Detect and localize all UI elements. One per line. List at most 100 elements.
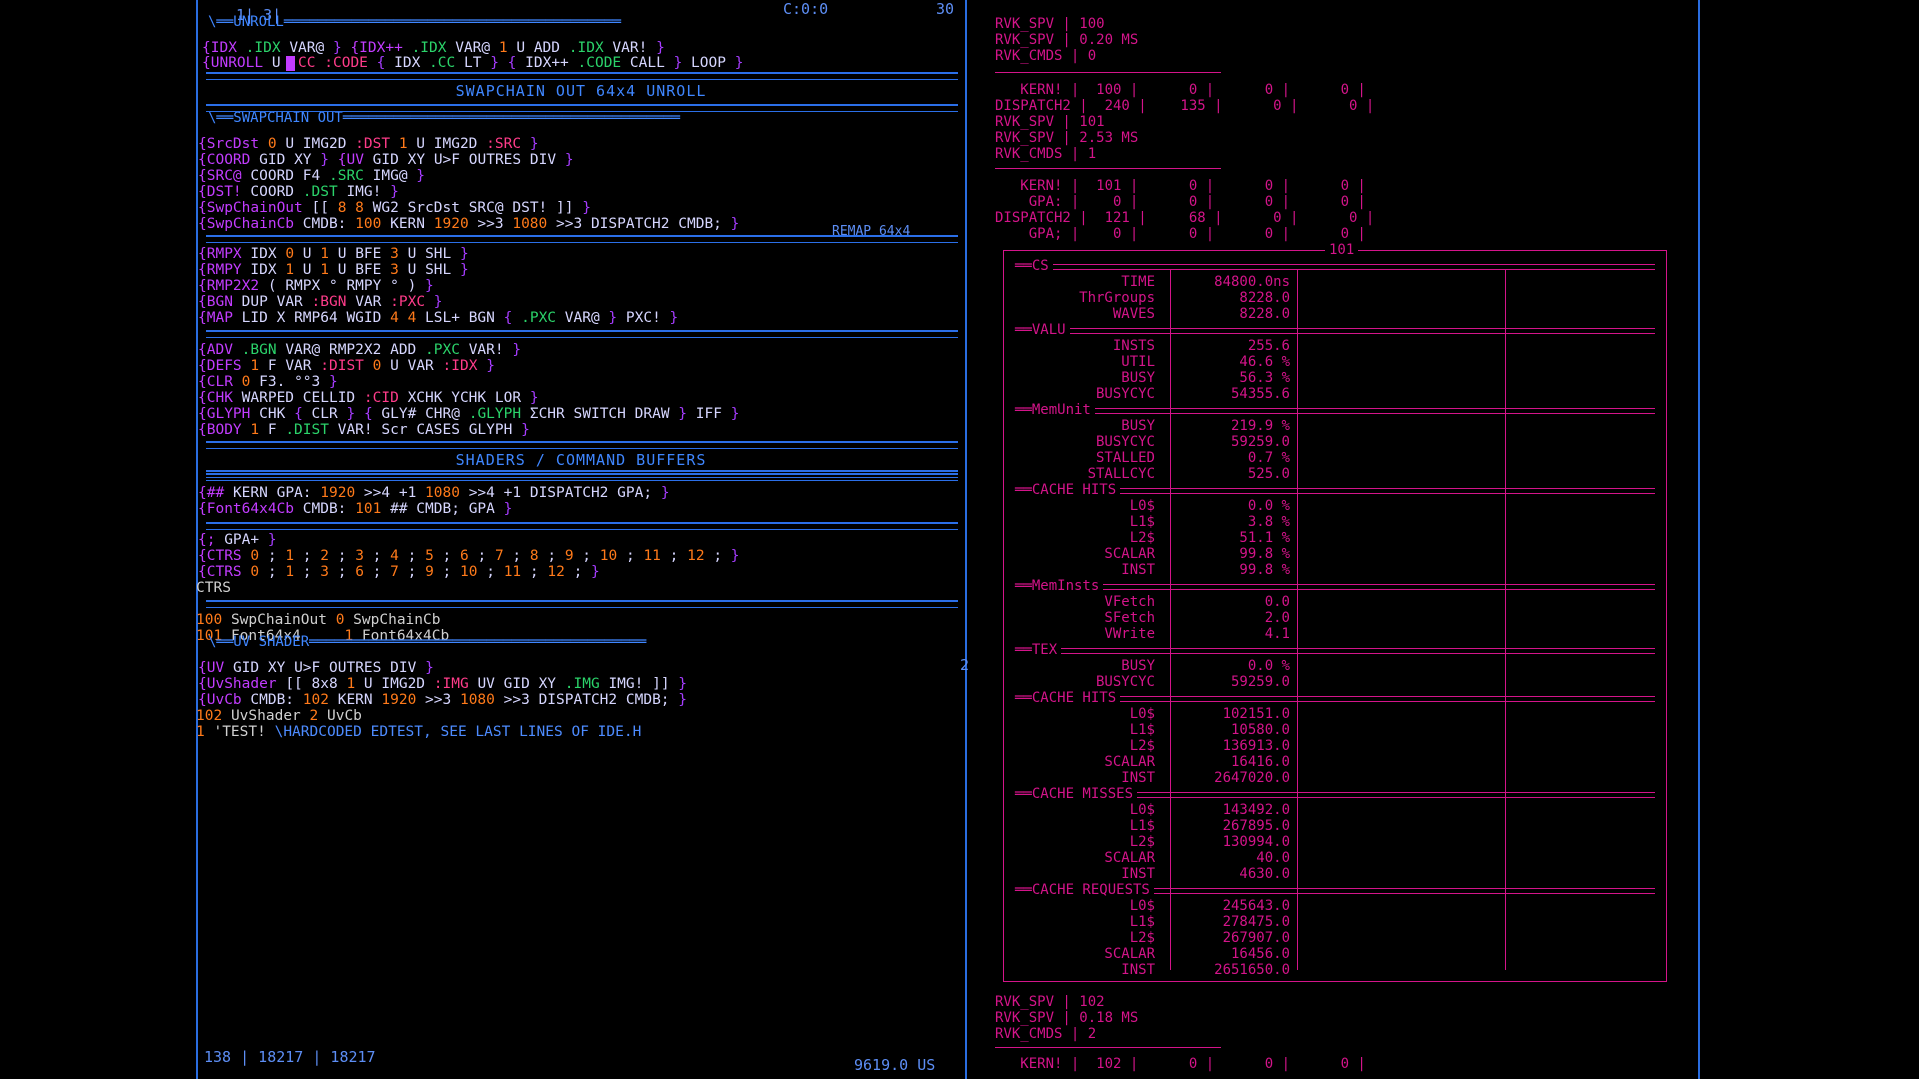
kernel-dispatch-line: GPA; | 0 | 0 | 0 | 0 | [995,226,1366,242]
group-title: ══CACHE HITS [1015,690,1121,706]
code-line[interactable]: {RMPX IDX 0 U 1 U BFE 3 U SHL } [198,246,469,262]
group-rule [1015,408,1655,414]
code-token: {RMPY [198,262,242,278]
code-line[interactable]: {CLR 0 F3. °°3 } [198,374,338,390]
counter-value: 56.3 % [1239,370,1290,386]
counter-value: 8228.0 [1239,306,1290,322]
code-token: LT [463,55,482,71]
code-line[interactable]: {SrcDst 0 U IMG2D :DST 1 U IMG2D :SRC } [198,136,539,152]
code-token: DIV [529,152,557,168]
code-token: .IDX [245,40,281,56]
code-token: 0 [372,358,382,374]
code-token: } [267,532,277,548]
code-token: SwpChainCb [353,612,441,628]
code-token: 1 [250,358,260,374]
group-title: ══MemInsts [1015,578,1104,594]
code-editor[interactable]: 1| 3| C:0:0 30 {IDX .IDX VAR@ } {IDX++ .… [196,0,969,1079]
code-token: ° [328,278,338,294]
code-token: VAR@ [285,342,321,358]
counter-value: 46.6 % [1239,354,1290,370]
code-line[interactable]: {SwpChainOut [[ 8 8 WG2 SrcDst SRC@ DST!… [198,200,591,216]
code-line[interactable]: 1 'TEST! \HARDCODED EDTEST, SEE LAST LIN… [196,724,641,740]
code-token: CMDB; [678,216,722,232]
code-line[interactable]: 102 UvShader 2 UvCb [196,708,362,724]
code-token: VAR [355,294,382,310]
code-line[interactable]: {UNROLL U :CC :CODE { IDX .CC LT } { IDX… [202,55,743,71]
code-token: :DST [355,136,391,152]
code-token: 1920 [320,485,356,501]
code-line[interactable]: {CTRS 0 ; 1 ; 3 ; 6 ; 7 ; 9 ; 10 ; 11 ; … [198,564,600,580]
code-line[interactable]: {COORD GID XY } {UV GID XY U>F OUTRES DI… [198,152,574,168]
column-divider [1297,270,1298,970]
code-line[interactable]: {IDX .IDX VAR@ } {IDX++ .IDX VAR@ 1 U AD… [202,40,665,56]
code-token: IMG! [608,676,644,692]
code-token: 3 [390,246,399,262]
code-token: ; [442,548,452,564]
counter-value: 8228.0 [1239,290,1290,306]
code-token: {MAP [198,310,233,326]
counter-value: 2.0 [1264,610,1290,626]
code-token: 0 [335,612,345,628]
code-token: 100 [196,612,223,628]
code-line[interactable]: {MAP LID X RMP64 WGID 4 4 LSL+ BGN { .PX… [198,310,678,326]
code-token: [[ [285,676,303,692]
group-title: ══VALU [1015,322,1070,338]
code-token: GLYPH [468,422,513,438]
profiler-panel: RVK_SPV | 100 RVK_SPV | 0.20 MS RVK_CMDS |… [995,0,1695,1079]
code-token: VAR! [468,342,504,358]
code-token: IMG@ [372,168,408,184]
code-line[interactable]: {RMPY IDX 1 U 1 U BFE 3 U SHL } [198,262,469,278]
code-line[interactable]: {Font64x4Cb CMDB: 101 ## CMDB; GPA } [198,501,512,517]
code-token: OF [571,724,589,740]
code-line[interactable]: {BGN DUP VAR :BGN VAR :PXC } [198,294,443,310]
code-token: .BGN [241,342,277,358]
code-token: IFF [695,406,722,422]
spv-stat-line: RVK_CMDS | 1 [995,146,1097,162]
counter-value: 102151.0 [1222,706,1290,722]
counter-value: 16456.0 [1230,946,1290,962]
group-rule [1015,328,1655,334]
code-line[interactable]: {UV GID XY U>F OUTRES DIV } [198,660,434,676]
code-line[interactable]: {CTRS 0 ; 1 ; 2 ; 3 ; 4 ; 5 ; 6 ; 7 ; 8 … [198,548,740,564]
code-line[interactable]: {CHK WARPED CELLID :CID XCHK YCHK LOR } [198,390,539,406]
code-token: SwpChainOut [230,612,327,628]
code-line[interactable]: {BODY 1 F .DIST VAR! Scr CASES GLYPH } [198,422,530,438]
code-line[interactable]: {DEFS 1 F VAR :DIST 0 U VAR :IDX } [198,358,495,374]
code-token: EDTEST, [370,724,432,740]
code-line[interactable]: {DST! COORD .DST IMG! } [198,184,399,200]
code-line[interactable]: 100 SwpChainOut 0 SwpChainCb [196,612,440,628]
code-token: 11 [643,548,661,564]
code-token: } [332,40,342,56]
code-token: GPA+ [224,532,260,548]
code-line[interactable]: {## KERN GPA: 1920 >>4 +1 1080 >>4 +1 DI… [198,485,670,501]
code-token: } [390,184,399,200]
code-token: CELLID [302,390,356,406]
editor-status-right: 9619.0 US [854,1056,936,1074]
kernel-dispatch-line: DISPATCH2 | 240 | 135 | 0 | 0 | [995,98,1375,114]
code-token: 6 [355,564,364,580]
spv-stat-line: RVK_CMDS | 2 [995,1026,1097,1042]
code-line[interactable]: {; GPA+ } [198,532,277,548]
code-line[interactable]: {ADV .BGN VAR@ RMP2X2 ADD .PXC VAR! } [198,342,521,358]
code-line[interactable]: {GLYPH CHK { CLR } { GLY# CHR@ .GLYPH ΣC… [198,406,739,422]
code-line[interactable]: {RMP2X2 ( RMPX ° RMPY ° ) } [198,278,434,294]
code-token: DST! [512,200,548,216]
code-line[interactable]: {UvShader [[ 8x8 1 U IMG2D :IMG UV GID X… [198,676,687,692]
code-line[interactable]: {UvCb CMDB: 102 KERN 1920 >>3 1080 >>3 D… [198,692,687,708]
code-line[interactable]: {SRC@ COORD F4 .SRC IMG@ } [198,168,425,184]
counter-label: L2$ [1129,930,1155,946]
counter-value: 99.8 % [1239,546,1290,562]
code-token: U [516,40,526,56]
code-token: SRC@ [468,200,504,216]
code-token: GPA: [276,485,312,501]
code-token: 9 [564,548,574,564]
code-token: 10 [460,564,478,580]
code-line[interactable]: {SwpChainCb CMDB: 100 KERN 1920 >>3 1080… [198,216,739,232]
code-token: 1 [398,136,408,152]
code-token: .PXC [425,342,460,358]
code-token: 1 [285,564,295,580]
code-token: :PXC [390,294,426,310]
code-token: } [678,676,688,692]
code-line[interactable]: CTRS [196,580,231,596]
counter-label: L1$ [1129,914,1155,930]
